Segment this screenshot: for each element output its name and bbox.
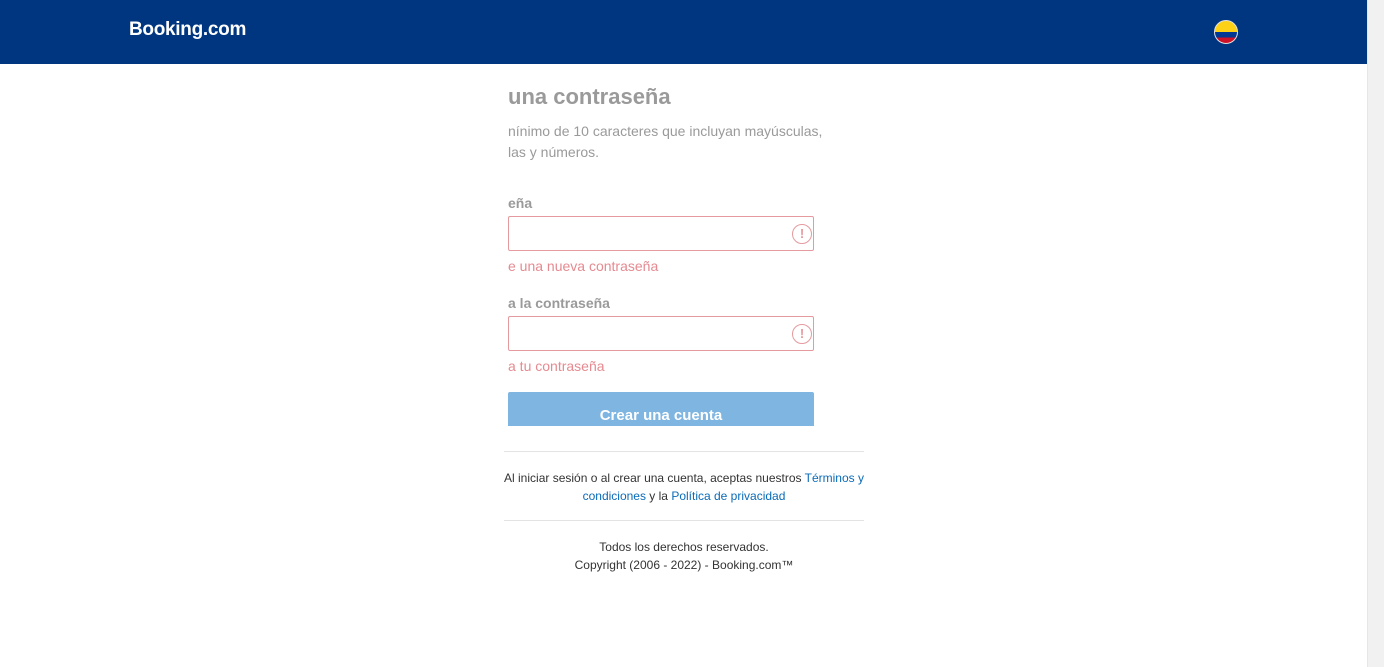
confirm-password-error: a tu contraseña [508, 358, 605, 374]
create-account-button[interactable]: Crear una cuenta [508, 392, 814, 426]
password-label: eña [508, 195, 533, 211]
error-icon: ! [792, 324, 812, 344]
top-header: Booking.com [0, 0, 1367, 64]
signup-form: una contraseña nínimo de 10 caracteres q… [504, 64, 824, 426]
colombia-flag-icon[interactable] [1214, 20, 1238, 44]
confirm-password-input[interactable]: ! [508, 316, 814, 351]
password-input[interactable]: ! [508, 216, 814, 251]
confirm-password-label: a la contraseña [508, 295, 610, 311]
password-error: e una nueva contraseña [508, 258, 659, 274]
page-title: una contraseña [508, 84, 671, 109]
copyright-text: Copyright (2006 - 2022) - Booking.com™ [574, 558, 794, 572]
rights-text: Todos los derechos reservados. [599, 540, 769, 554]
terms-notice: Al iniciar sesión o al crear una cuenta,… [504, 469, 864, 505]
vertical-scrollbar[interactable] [1367, 0, 1384, 667]
footer: Todos los derechos reservados. Copyright… [504, 538, 864, 574]
terms-middle: y la [645, 489, 672, 503]
password-requirements: nínimo de 10 caracteres que incluyan may… [508, 121, 824, 163]
error-icon: ! [792, 224, 812, 244]
divider [504, 520, 864, 521]
booking-logo[interactable]: Booking.com [129, 19, 246, 41]
divider [504, 451, 864, 452]
requirements-text: nínimo de 10 caracteres que incluyan may… [508, 123, 823, 160]
privacy-link[interactable]: Política de privacidad [671, 489, 785, 503]
terms-prefix: Al iniciar sesión o al crear una cuenta,… [504, 471, 805, 485]
